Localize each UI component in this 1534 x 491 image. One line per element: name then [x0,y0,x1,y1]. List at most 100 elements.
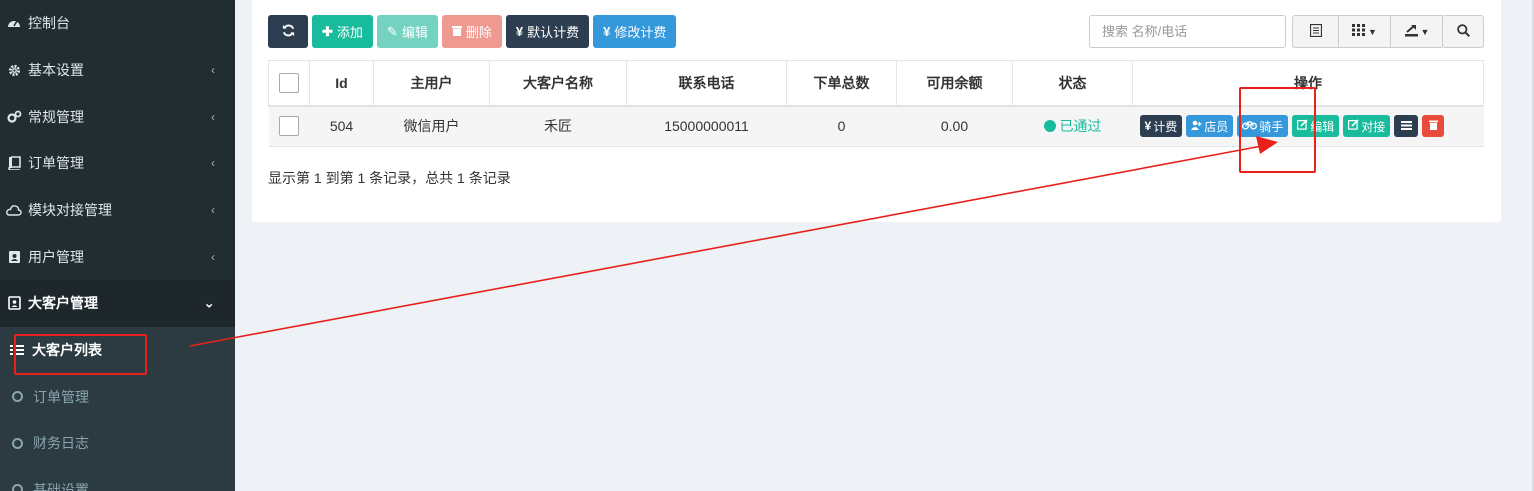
yen-icon: ¥ [603,24,611,39]
export-icon [1404,24,1418,40]
toolbar: ✚ 添加 ✎ 编辑 删除 ¥ 默认计费 ¥ 修改计费 [268,15,677,48]
col-orders[interactable]: 下单总数 [786,60,897,107]
search-icon [1456,23,1470,40]
refresh-icon [282,24,295,40]
edit-button-label: 编辑 [401,25,428,40]
refresh-button[interactable] [268,15,308,48]
highlight-box-rider [1239,87,1316,173]
billing-button[interactable]: ¥ 计费 [1139,115,1183,138]
sidebar-subitem-basic-settings[interactable]: 基础设置 [0,466,235,491]
circle-icon [12,484,23,491]
book-icon [6,155,22,171]
sidebar: 控制台 基本设置 ‹ 常规管理 ‹ 订单管理 ‹ 模块对接管理 ‹ 用户管理 ‹ [0,0,235,491]
sidebar-subitem-finance-log[interactable]: 财务日志 [0,420,235,467]
cell-main-user: 微信用户 [373,105,490,147]
sidebar-item-dashboard[interactable]: 控制台 [0,0,235,47]
cell-balance: 0.00 [896,105,1013,147]
connect-label: 对接 [1361,119,1386,134]
add-button[interactable]: ✚ 添加 [312,15,373,48]
sidebar-item-users[interactable]: 用户管理 ‹ [0,233,235,280]
edit-button[interactable]: ✎ 编辑 [376,15,438,48]
add-button-label: 添加 [336,25,363,40]
plus-icon: ✚ [322,23,333,39]
status-label: 已通过 [1059,118,1102,135]
delete-button-label: 删除 [465,25,492,40]
sidebar-subitem-label: 订单管理 [33,388,89,405]
chevron-down-icon: ⌄ [203,294,215,311]
chevron-left-icon: ‹ [211,109,215,124]
circle-icon [12,391,23,403]
pagination-summary: 显示第 1 到第 1 条记录，总共 1 条记录 [268,170,511,186]
default-billing-label: 默认计费 [527,25,580,40]
cell-id: 504 [309,105,374,147]
sidebar-item-label: 基本设置 [28,62,84,79]
row-delete-button[interactable] [1422,115,1445,138]
status-dot-icon [1043,120,1056,133]
cogs-icon [6,109,22,125]
sidebar-item-label: 常规管理 [28,108,84,125]
table-view-icon [1309,23,1322,40]
select-all-cell [268,60,310,107]
delete-button[interactable]: 删除 [441,15,502,48]
sidebar-item-label: 用户管理 [28,248,84,265]
sidebar-item-modules[interactable]: 模块对接管理 ‹ [0,187,235,234]
search-input[interactable] [1089,15,1286,48]
sidebar-item-label: 控制台 [28,15,70,32]
connect-button[interactable]: 对接 [1343,115,1391,138]
user-plus-icon [1191,119,1202,133]
col-balance[interactable]: 可用余额 [896,60,1013,107]
cell-phone: 15000000011 [626,105,787,147]
col-phone[interactable]: 联系电话 [626,60,787,107]
table-tools: ▼ ▼ [1292,15,1444,48]
list-icon [1400,119,1412,133]
row-select-cell [268,105,310,147]
sidebar-subitem-orders[interactable]: 订单管理 [0,373,235,420]
cell-status: 已通过 [1012,105,1133,147]
columns-button[interactable]: ▼ [1339,16,1391,47]
yen-icon: ¥ [515,24,524,39]
sidebar-item-key-accounts[interactable]: 大客户管理 ⌄ [0,280,235,327]
col-name[interactable]: 大客户名称 [489,60,627,107]
caret-down-icon: ▼ [1368,26,1377,37]
cell-orders: 0 [786,105,897,147]
col-main-user[interactable]: 主用户 [373,60,490,107]
col-status[interactable]: 状态 [1012,60,1133,107]
sidebar-subitem-label: 基础设置 [33,481,89,491]
detail-button[interactable] [1394,115,1419,138]
staff-button[interactable]: 店员 [1186,115,1234,138]
modify-billing-label: 修改计费 [614,25,667,40]
chevron-left-icon: ‹ [211,63,215,78]
sidebar-item-orders[interactable]: 订单管理 ‹ [0,140,235,187]
status-badge: 已通过 [1043,116,1102,136]
gear-icon [6,62,22,78]
highlight-box-sidebar [14,334,147,375]
sidebar-subitem-label: 财务日志 [33,435,89,452]
pencil-icon: ✎ [386,23,398,39]
sidebar-item-basic-settings[interactable]: 基本设置 ‹ [0,47,235,94]
chevron-left-icon: ‹ [211,249,215,264]
dashboard-icon [6,15,22,31]
modify-billing-button[interactable]: ¥ 修改计费 [593,15,677,48]
staff-label: 店员 [1204,119,1229,134]
export-button[interactable]: ▼ [1391,16,1443,47]
contact-card-icon [6,249,22,265]
edit-square-icon [1348,119,1359,133]
cell-name: 禾匠 [489,105,627,147]
toggle-view-button[interactable] [1293,16,1339,47]
search-button[interactable] [1442,15,1484,48]
yen-icon: ¥ [1144,119,1152,134]
col-id[interactable]: Id [309,60,374,107]
circle-icon [12,437,23,449]
chevron-left-icon: ‹ [211,156,215,171]
grid-icon [1352,24,1366,39]
sidebar-item-general[interactable]: 常规管理 ‹ [0,93,235,140]
sidebar-item-label: 模块对接管理 [28,202,112,219]
chevron-left-icon: ‹ [211,203,215,218]
caret-down-icon: ▼ [1420,26,1430,37]
default-billing-button[interactable]: ¥ 默认计费 [505,15,590,48]
trash-icon [451,24,462,39]
billing-label: 计费 [1153,119,1178,134]
cloud-icon [6,202,22,218]
row-checkbox[interactable] [279,116,299,137]
select-all-checkbox[interactable] [279,72,299,93]
